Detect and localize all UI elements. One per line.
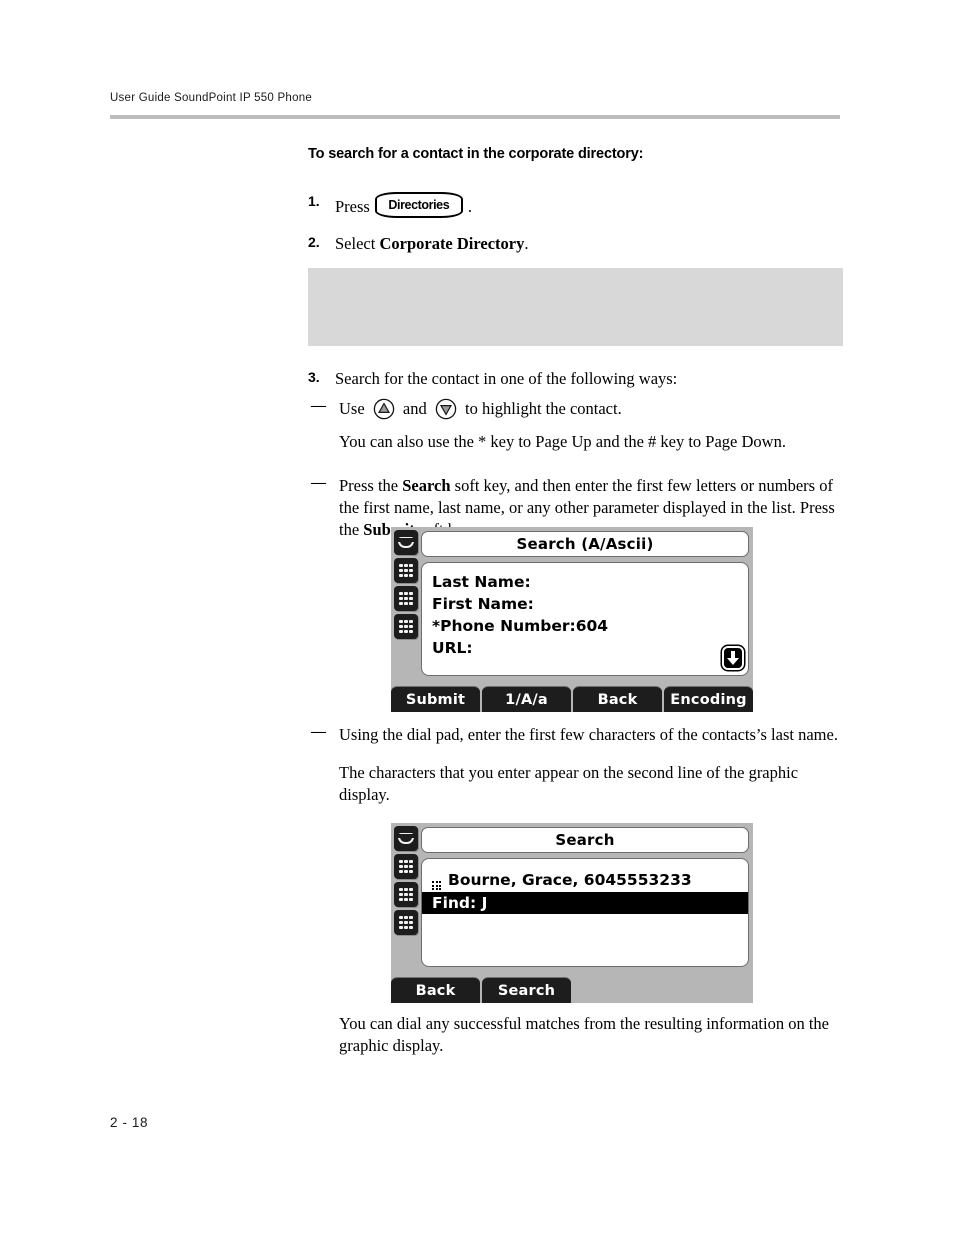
- step-1: 1. Press Directories.: [308, 192, 848, 218]
- lcd-1-inner: Search (A/Ascii) Last Name: First Name: …: [421, 531, 749, 676]
- softkey-encoding-toggle[interactable]: 1/A/a: [482, 686, 571, 712]
- step-2-text-after: .: [524, 234, 529, 253]
- page-header: User Guide SoundPoint IP 550 Phone: [110, 92, 840, 104]
- step-1-text-after: .: [467, 197, 472, 216]
- step-2: 2. Select Corporate Directory.: [308, 233, 848, 255]
- softkey-encoding[interactable]: Encoding: [664, 686, 753, 712]
- lcd-2-softkey-bar: Back Search: [391, 977, 753, 1003]
- lcd-1-title: Search (A/Ascii): [421, 531, 749, 557]
- keypad-icon[interactable]: [394, 586, 418, 611]
- bullet-3-text: Using the dial pad, enter the first few …: [339, 725, 838, 744]
- handset-icon[interactable]: [394, 826, 418, 851]
- softkey-submit[interactable]: Submit: [391, 686, 480, 712]
- page-number: 2 - 18: [110, 1115, 149, 1130]
- bullet-1-text-before: Use: [339, 398, 369, 418]
- field-phone-number[interactable]: *Phone Number:604: [422, 615, 748, 637]
- bullet-2-part-1: Press the: [339, 475, 403, 495]
- lcd-1-softkey-bar: Submit 1/A/a Back Encoding: [391, 686, 753, 712]
- softkey-back[interactable]: Back: [573, 686, 662, 712]
- keypad-icon[interactable]: [394, 910, 418, 935]
- softkey-search[interactable]: Search: [482, 977, 571, 1003]
- step-2-text-before: Select: [335, 234, 380, 253]
- keypad-icon[interactable]: [394, 614, 418, 639]
- figure-placeholder-corporate-directory: [308, 268, 843, 346]
- closing-paragraph: You can dial any successful matches from…: [339, 1014, 830, 1055]
- step-2-emphasis: Corporate Directory: [379, 234, 525, 253]
- step-1-text-before: Press: [335, 197, 370, 216]
- field-url[interactable]: URL:: [422, 637, 748, 659]
- dash-marker: —: [311, 724, 326, 740]
- page-content: To search for a contact in the corporate…: [308, 146, 848, 270]
- softkey-empty: [664, 977, 753, 1003]
- field-last-name[interactable]: Last Name:: [422, 571, 748, 593]
- contact-list-item-label: Bourne, Grace, 6045553233: [448, 871, 692, 889]
- down-arrow-key-icon[interactable]: [433, 398, 459, 426]
- step-1-body: Press Directories.: [335, 192, 848, 218]
- dash-marker: —: [311, 397, 326, 414]
- header-rule: [110, 115, 840, 119]
- keypad-icon: [432, 881, 441, 890]
- bullet-1-note: You can also use the * key to Page Up an…: [339, 431, 786, 451]
- bullet-2-bold-search: Search: [402, 475, 451, 495]
- lcd-1-form-panel: Last Name: First Name: *Phone Number:604…: [421, 562, 749, 676]
- dash-marker: —: [311, 474, 326, 491]
- bullet-1-text-after: to highlight the contact.: [460, 398, 622, 418]
- bullet-3-block: — Using the dial pad, enter the first fe…: [308, 724, 848, 806]
- scroll-down-icon[interactable]: [722, 646, 744, 670]
- directories-hardkey-button[interactable]: Directories: [374, 192, 463, 218]
- keypad-icon[interactable]: [394, 558, 418, 583]
- find-input-row[interactable]: Find: J: [422, 892, 748, 914]
- step-3-block: 3. Search for the contact in one of the …: [308, 368, 848, 545]
- softkey-empty: [573, 977, 662, 1003]
- lcd-2-results-panel: Bourne, Grace, 6045553233 Find: J: [421, 858, 749, 967]
- step-2-number: 2.: [308, 234, 320, 250]
- lcd-2-inner: Search Bourne, Grace, 6045553233 Find: J: [421, 827, 749, 967]
- step-1-number: 1.: [308, 193, 320, 209]
- running-head: User Guide SoundPoint IP 550 Phone: [110, 92, 313, 104]
- directories-hardkey-label: Directories: [388, 197, 450, 212]
- step-3-text: Search for the contact in one of the fol…: [335, 369, 678, 388]
- bullet-dial-pad: — Using the dial pad, enter the first fe…: [308, 724, 848, 746]
- step-2-body: Select Corporate Directory.: [335, 233, 848, 255]
- bullet-3-note: The characters that you enter appear on …: [339, 762, 799, 804]
- contact-list-item[interactable]: Bourne, Grace, 6045553233: [422, 869, 748, 891]
- line-key-rail: [394, 826, 418, 935]
- phone-lcd-search-form: Search (A/Ascii) Last Name: First Name: …: [391, 527, 753, 712]
- line-key-rail: [394, 530, 418, 639]
- step-3: 3. Search for the contact in one of the …: [308, 368, 848, 390]
- bullet-use-arrows: — Use and to highlight the contact.: [308, 398, 848, 426]
- handset-icon[interactable]: [394, 530, 418, 555]
- lcd-2-title: Search: [421, 827, 749, 853]
- phone-lcd-search-results: Search Bourne, Grace, 6045553233 Find: J…: [391, 823, 753, 1003]
- closing-block: You can dial any successful matches from…: [308, 1013, 848, 1057]
- step-3-number: 3.: [308, 369, 320, 385]
- up-arrow-key-icon[interactable]: [371, 398, 397, 426]
- bullet-1-text-middle: and: [398, 398, 431, 418]
- field-first-name[interactable]: First Name:: [422, 593, 748, 615]
- page-title: To search for a contact in the corporate…: [308, 146, 644, 162]
- keypad-icon[interactable]: [394, 854, 418, 879]
- keypad-icon[interactable]: [394, 882, 418, 907]
- softkey-back[interactable]: Back: [391, 977, 480, 1003]
